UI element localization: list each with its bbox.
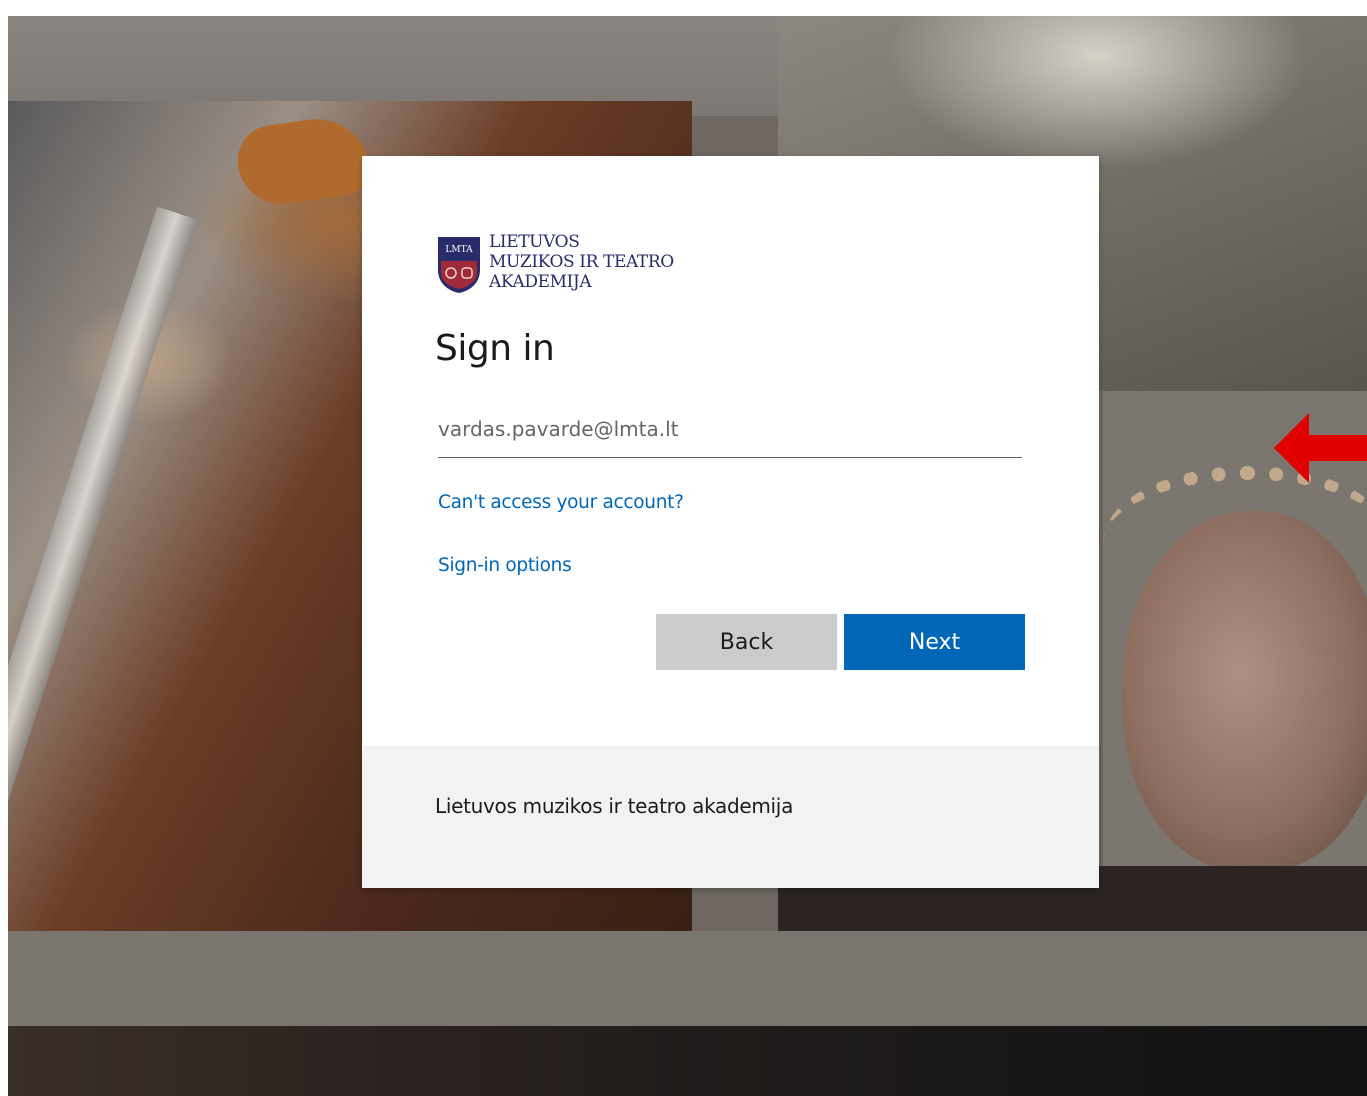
logo-line: AKADEMIJA — [489, 272, 592, 292]
email-field-wrapper — [438, 406, 1022, 460]
next-button[interactable]: Next — [844, 614, 1025, 670]
logo-abbreviation: LMTA — [445, 245, 473, 255]
logo-line: LIETUVOS — [489, 232, 580, 252]
page-title: Sign in — [435, 328, 555, 369]
background-hat — [1103, 466, 1367, 620]
red-arrow-left-icon — [1274, 413, 1367, 483]
email-field[interactable] — [438, 406, 1022, 458]
sign-in-options-link[interactable]: Sign-in options — [438, 555, 572, 576]
organization-logo: LMTA LIETUVOS MUZIKOS IR TEATRO AKADEMIJ… — [437, 232, 674, 296]
background-middle-band — [8, 931, 1367, 1026]
organization-footer: Lietuvos muzikos ir teatro akademija — [362, 746, 1099, 888]
logo-line: MUZIKOS IR TEATRO — [489, 252, 674, 272]
cant-access-account-link[interactable]: Can't access your account? — [438, 492, 684, 513]
organization-name: Lietuvos muzikos ir teatro akademija — [435, 794, 794, 818]
back-button[interactable]: Back — [656, 614, 837, 670]
sign-in-card: LMTA LIETUVOS MUZIKOS IR TEATRO AKADEMIJ… — [362, 156, 1099, 888]
sign-in-form: LMTA LIETUVOS MUZIKOS IR TEATRO AKADEMIJ… — [362, 156, 1099, 746]
background-bottom-photo — [8, 1026, 1367, 1096]
logo-wordmark: LIETUVOS MUZIKOS IR TEATRO AKADEMIJA — [489, 232, 674, 292]
lmta-shield-icon: LMTA — [438, 237, 480, 293]
